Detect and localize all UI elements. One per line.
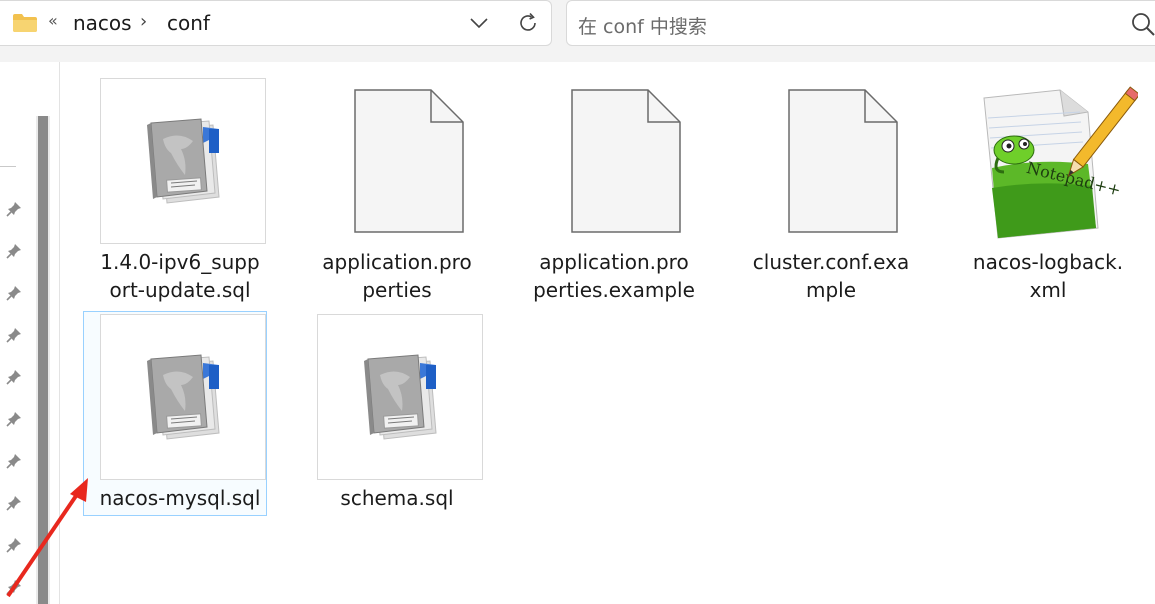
breadcrumb-conf[interactable]: conf	[167, 11, 210, 35]
search-box[interactable]: 在 conf 中搜索	[566, 0, 1155, 46]
folder-icon	[13, 14, 37, 32]
file-name: 1.4.0-ipv6_supp ort-update.sql	[100, 250, 260, 302]
file-name: nacos-mysql.sql	[99, 486, 261, 510]
breadcrumb-separator[interactable]: ›	[140, 11, 147, 32]
pin-icon[interactable]	[5, 410, 23, 428]
sql-file-icon	[146, 354, 220, 440]
file-thumbnail	[100, 314, 266, 480]
annotation-arrow-icon	[6, 478, 88, 598]
pin-icon[interactable]	[5, 284, 23, 302]
overflow-chevron-icon[interactable]: «	[48, 11, 58, 30]
toolbar-area: « nacos › conf 在 conf 中搜索	[0, 0, 1155, 62]
chevron-down-icon[interactable]	[468, 12, 490, 34]
file-thumbnail	[534, 78, 700, 244]
blank-file-icon	[571, 89, 681, 233]
file-thumbnail	[751, 78, 917, 244]
file-thumbnail	[100, 78, 266, 244]
pin-icon[interactable]	[5, 452, 23, 470]
file-thumbnail	[317, 314, 483, 480]
blank-file-icon	[788, 89, 898, 233]
nav-divider	[0, 166, 16, 167]
refresh-icon[interactable]	[516, 11, 540, 35]
pin-icon[interactable]	[5, 200, 23, 218]
file-name: schema.sql	[340, 486, 454, 510]
search-icon[interactable]	[1130, 11, 1155, 37]
file-name: nacos-logback. xml	[972, 250, 1124, 302]
file-name: cluster.conf.exa mple	[752, 250, 910, 302]
pin-icon[interactable]	[5, 326, 23, 344]
notepadpp-file-icon: Notepad++	[983, 86, 1141, 239]
file-thumbnail: Notepad++	[968, 78, 1141, 244]
pin-icon[interactable]	[5, 368, 23, 386]
pin-icon[interactable]	[5, 242, 23, 260]
sql-file-icon	[146, 118, 220, 204]
address-bar[interactable]: « nacos › conf	[0, 0, 552, 46]
file-name: application.pro perties	[322, 250, 472, 302]
file-thumbnail	[317, 78, 483, 244]
blank-file-icon	[354, 89, 464, 233]
breadcrumb-nacos[interactable]: nacos	[73, 11, 132, 35]
file-name: application.pro perties.example	[533, 250, 695, 302]
sql-file-icon	[363, 354, 437, 440]
search-input[interactable]: 在 conf 中搜索	[578, 12, 707, 39]
